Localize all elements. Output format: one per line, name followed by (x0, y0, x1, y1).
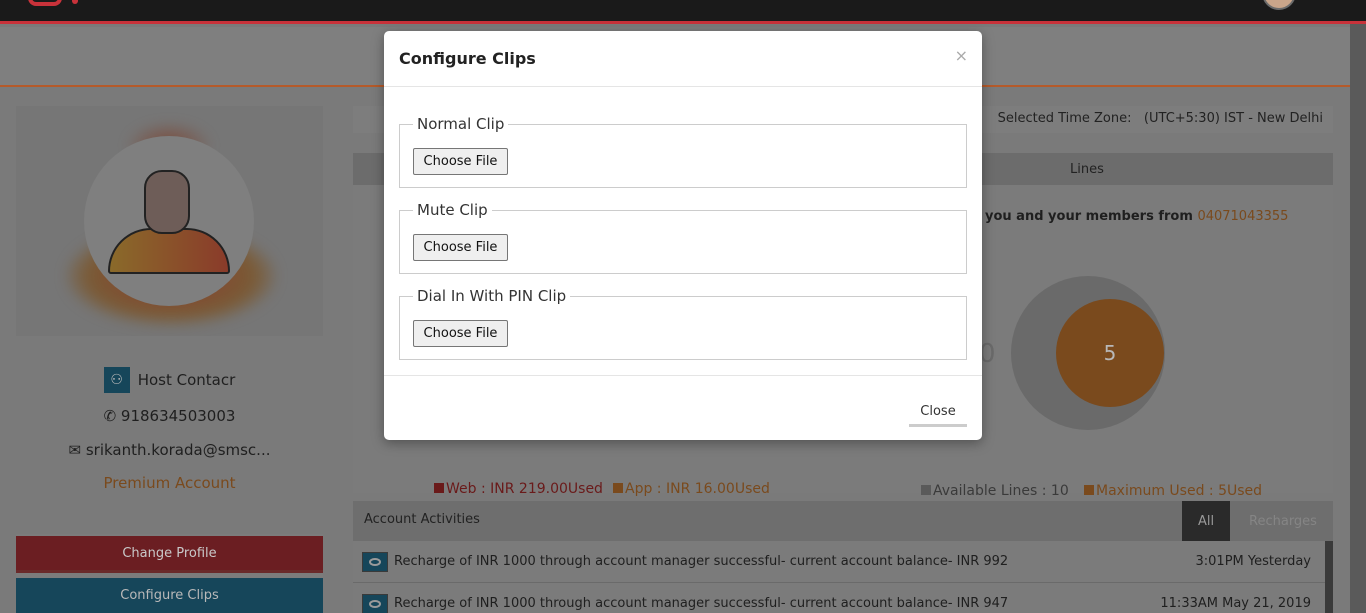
legend-web-label: Web : INR 219.00Used (446, 481, 603, 497)
activities-scrollbar[interactable] (1325, 541, 1333, 613)
configure-clips-modal: Configure Clips × Normal Clip Choose Fil… (384, 31, 982, 440)
legend-app-label: App : INR 16.00Used (625, 481, 770, 497)
close-icon[interactable]: × (955, 46, 968, 65)
legend-available-label: Available Lines : 10 (933, 483, 1069, 499)
dial-in-pin-clip-label: Dial In With PIN Clip (413, 287, 571, 305)
dial-in-pin-clip-fieldset: Dial In With PIN Clip Choose File (399, 287, 967, 360)
close-button[interactable]: Close (909, 399, 967, 427)
mute-clip-choose-file-button[interactable]: Choose File (413, 234, 508, 261)
money-icon (362, 552, 388, 572)
activity-message: Recharge of INR 1000 through account man… (394, 596, 1009, 611)
profile-email-row: ✉ srikanth.korada@smsc... (16, 440, 323, 459)
legend-web: Web : INR 219.00Used (434, 481, 603, 497)
profile-email: srikanth.korada@smsc... (85, 441, 271, 459)
brand-logo-mark (72, 0, 78, 4)
modal-footer: Close (384, 375, 982, 440)
modal-header: Configure Clips × (384, 31, 982, 87)
mute-clip-fieldset: Mute Clip Choose File (399, 201, 967, 274)
legend-available-swatch (921, 485, 931, 495)
legend-available: Available Lines : 10 (921, 483, 1069, 499)
members-number: 04071043355 (1197, 209, 1289, 224)
change-profile-button[interactable]: Change Profile (16, 536, 323, 573)
normal-clip-fieldset: Normal Clip Choose File (399, 115, 967, 188)
legend-app: App : INR 16.00Used (613, 481, 770, 497)
top-navbar (0, 0, 1366, 24)
phone-icon: ✆ (103, 407, 121, 425)
money-icon (362, 594, 388, 613)
modal-title: Configure Clips (399, 49, 536, 68)
user-icon: ⚇ (103, 367, 130, 393)
account-activities: Account Activities All Recharges Recharg… (353, 501, 1333, 613)
lines-used-value: 5 (1056, 299, 1164, 407)
tab-recharges[interactable]: Recharges (1244, 501, 1322, 541)
envelope-icon: ✉ (68, 441, 86, 459)
profile-photo (16, 106, 323, 336)
profile-info: ⚇ Host Contacr ✆ 918634503003 ✉ srikanth… (16, 336, 323, 534)
activity-time: 11:33AM May 21, 2019 (1160, 596, 1311, 611)
timezone-text: Selected Time Zone: (UTC+5:30) IST - New… (998, 111, 1323, 126)
activity-row: Recharge of INR 1000 through account man… (353, 583, 1325, 613)
activity-row: Recharge of INR 1000 through account man… (353, 541, 1325, 583)
activity-message: Recharge of INR 1000 through account man… (394, 554, 1009, 569)
dial-in-pin-clip-choose-file-button[interactable]: Choose File (413, 320, 508, 347)
brand-logo[interactable] (28, 0, 62, 6)
legend-web-swatch (434, 483, 444, 493)
activities-header: Account Activities All Recharges (353, 501, 1333, 541)
legend-app-swatch (613, 483, 623, 493)
legend-maximum: Maximum Used : 5Used (1084, 483, 1262, 499)
normal-clip-label: Normal Clip (413, 115, 509, 133)
avatar-body (108, 228, 230, 274)
mute-clip-label: Mute Clip (413, 201, 492, 219)
user-avatar-menu[interactable] (1262, 0, 1296, 10)
profile-name: Host Contacr (137, 371, 236, 389)
normal-clip-choose-file-button[interactable]: Choose File (413, 148, 508, 175)
page-scrollbar[interactable] (1350, 24, 1366, 613)
profile-phone-row: ✆ 918634503003 (16, 406, 323, 425)
legend-maximum-label: Maximum Used : 5Used (1096, 483, 1263, 499)
profile-phone: 918634503003 (120, 407, 236, 425)
tab-lines[interactable]: Lines (1070, 162, 1104, 177)
members-text: you and your members from 04071043355 (985, 209, 1288, 224)
tab-all[interactable]: All (1182, 501, 1230, 541)
activities-title: Account Activities (364, 512, 480, 527)
members-label: you and your members from (985, 209, 1193, 224)
timezone-label: Selected Time Zone: (997, 111, 1132, 126)
account-type: Premium Account (103, 474, 236, 492)
timezone-value: (UTC+5:30) IST - New Delhi (1143, 111, 1323, 126)
avatar-head (144, 170, 190, 234)
activity-time: 3:01PM Yesterday (1195, 554, 1312, 569)
legend-maximum-swatch (1084, 485, 1094, 495)
profile-name-row: ⚇ Host Contacr (16, 366, 323, 394)
configure-clips-button[interactable]: Configure Clips (16, 578, 323, 613)
